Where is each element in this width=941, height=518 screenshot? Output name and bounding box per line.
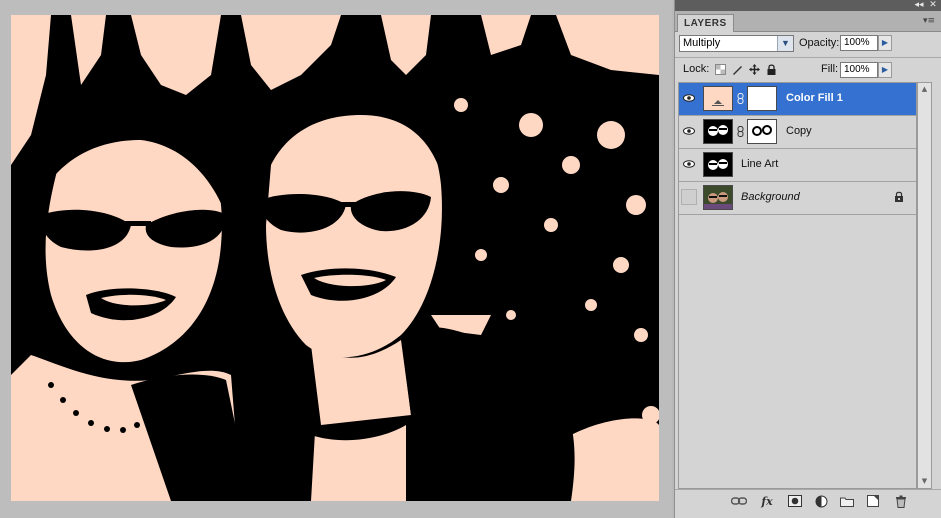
layer-mask-thumbnail[interactable] [747, 86, 777, 111]
lock-image-icon[interactable] [732, 64, 743, 75]
layer-row-color-fill-1[interactable]: Color Fill 1 [679, 83, 916, 116]
panel-menu-icon[interactable]: ▾≡ [923, 16, 937, 26]
panel-tab-bar: LAYERS ▾≡ [675, 11, 941, 32]
link-chain-icon[interactable] [737, 126, 744, 137]
panel-title-bar: ◂◂ ✕ [675, 0, 941, 11]
lock-fill-row: Lock: Fill: 100% ▶ [675, 57, 941, 82]
document-image[interactable] [11, 15, 659, 501]
visibility-toggle-empty[interactable] [681, 189, 697, 205]
add-mask-icon[interactable] [787, 494, 803, 508]
layer-thumbnail[interactable] [703, 185, 733, 210]
layer-row-line-art[interactable]: Line Art [679, 149, 916, 182]
layer-row-copy[interactable]: Copy [679, 116, 916, 149]
opacity-label: Opacity: [799, 37, 840, 49]
fill-label: Fill: [821, 63, 839, 75]
layer-mask-thumbnail[interactable] [747, 119, 777, 144]
layer-thumbnail[interactable] [703, 119, 733, 144]
fill-input[interactable]: 100% [840, 62, 878, 78]
layer-thumbnail[interactable] [703, 152, 733, 177]
delete-layer-icon[interactable] [893, 494, 909, 508]
canvas-area[interactable] [0, 0, 672, 518]
fx-icon[interactable]: fx [759, 494, 775, 508]
link-chain-icon[interactable] [737, 93, 744, 104]
new-layer-icon[interactable] [865, 494, 881, 508]
lock-label: Lock: [683, 63, 710, 75]
blend-mode-value: Multiply [683, 37, 721, 49]
layers-scrollbar[interactable]: ▲ ▼ [917, 82, 932, 489]
layer-name[interactable]: Line Art [741, 158, 778, 170]
close-icon[interactable]: ✕ [927, 0, 939, 11]
layer-thumbnail[interactable] [703, 86, 733, 111]
lock-icon [894, 191, 904, 202]
lock-transparent-icon[interactable] [715, 64, 726, 75]
layers-panel: ◂◂ ✕ LAYERS ▾≡ Multiply ▼ Opacity: 100% … [674, 0, 941, 518]
link-layers-icon[interactable] [731, 494, 747, 508]
opacity-slider-icon[interactable]: ▶ [878, 35, 892, 51]
visibility-eye-icon[interactable] [681, 156, 697, 172]
opacity-input[interactable]: 100% [840, 35, 878, 51]
tab-layers[interactable]: LAYERS [677, 14, 734, 32]
layers-list: Color Fill 1 Copy Line Art Background [678, 82, 917, 489]
new-group-icon[interactable] [839, 494, 855, 508]
layers-bottom-toolbar: fx [675, 489, 941, 512]
fill-slider-icon[interactable]: ▶ [878, 62, 892, 78]
collapse-icon[interactable]: ◂◂ [913, 0, 925, 11]
line-art-photo [11, 15, 659, 501]
layer-name[interactable]: Background [741, 191, 800, 203]
scroll-up-icon[interactable]: ▲ [918, 83, 931, 96]
layer-name[interactable]: Color Fill 1 [786, 92, 843, 104]
visibility-eye-icon[interactable] [681, 123, 697, 139]
lock-position-icon[interactable] [749, 64, 760, 75]
visibility-eye-icon[interactable] [681, 90, 697, 106]
blend-mode-select[interactable]: Multiply ▼ [679, 35, 794, 52]
blend-opacity-row: Multiply ▼ Opacity: 100% ▶ [675, 32, 941, 56]
layer-name[interactable]: Copy [786, 125, 812, 137]
chevron-down-icon[interactable]: ▼ [777, 36, 793, 51]
layer-row-background[interactable]: Background [679, 182, 916, 215]
adjustment-layer-icon[interactable] [813, 494, 829, 508]
scroll-down-icon[interactable]: ▼ [918, 475, 931, 488]
lock-all-icon[interactable] [766, 64, 777, 75]
